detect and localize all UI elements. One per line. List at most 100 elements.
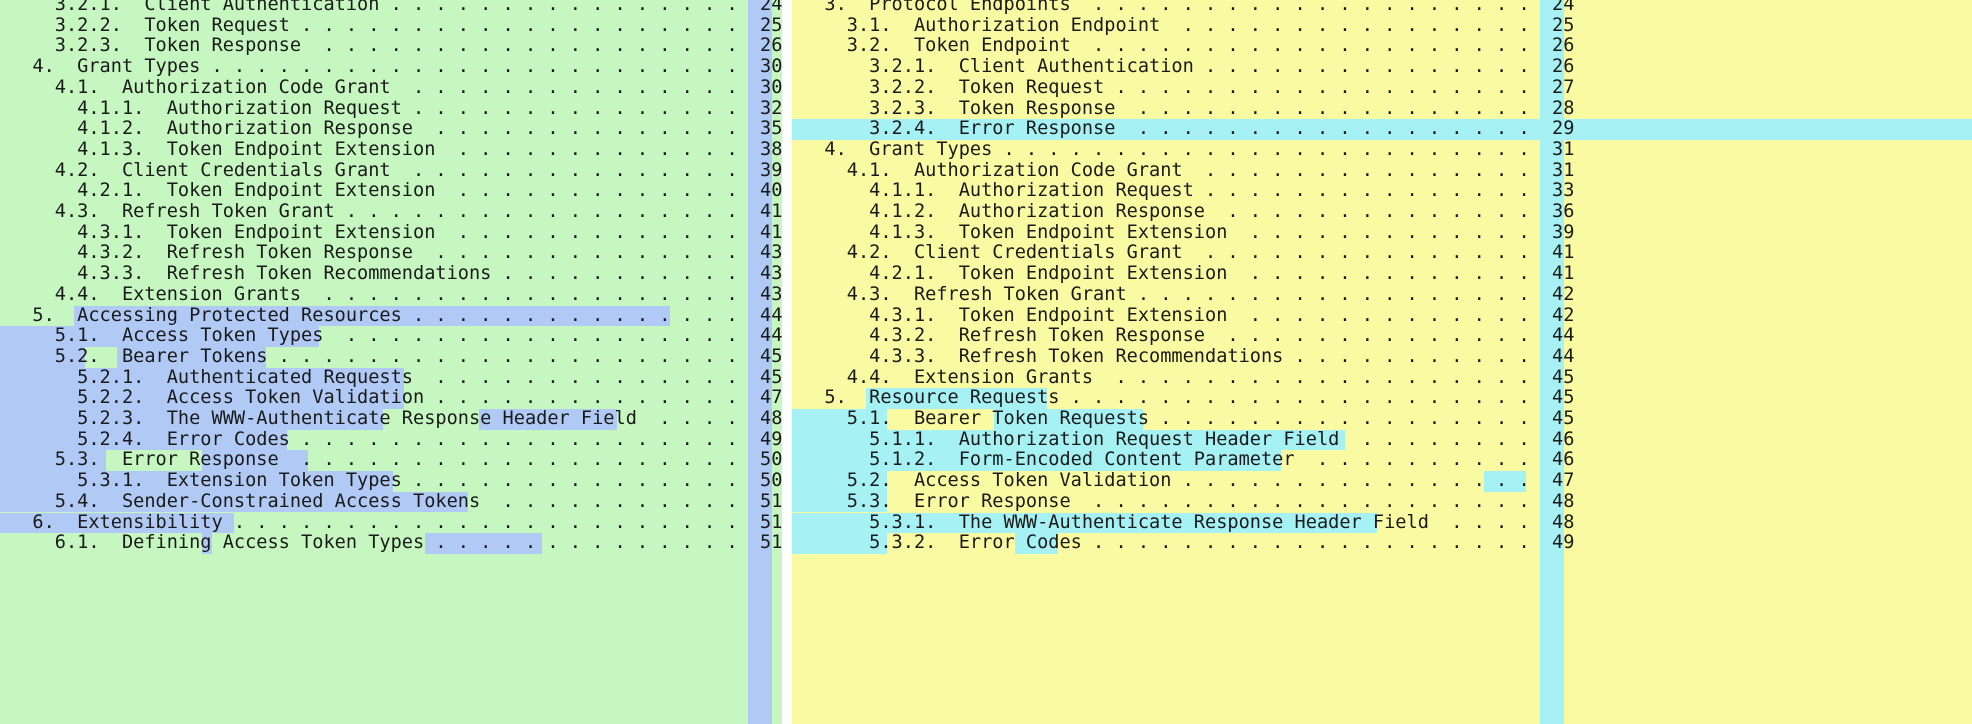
- toc-line-text: 5.1.1. Authorization Request Header Fiel…: [802, 428, 1575, 450]
- toc-line: 4.2. Client Credentials Grant . . . . . …: [0, 159, 782, 182]
- toc-line: 5.2. Bearer Tokens . . . . . . . . . . .…: [0, 345, 782, 368]
- toc-line-text: 4.2. Client Credentials Grant . . . . . …: [10, 159, 782, 181]
- toc-line-text: 5.2.1. Authenticated Requests . . . . . …: [10, 366, 782, 388]
- toc-line: 5.3.1. Extension Token Types . . . . . .…: [0, 470, 782, 492]
- toc-line-text: 3.2.3. Token Response . . . . . . . . . …: [802, 97, 1575, 119]
- toc-line-text: 5.3.2. Error Codes . . . . . . . . . . .…: [802, 532, 1575, 554]
- toc-line: 5.2.1. Authenticated Requests . . . . . …: [0, 366, 782, 389]
- toc-line-text: 6.1. Defining Access Token Types . . . .…: [10, 532, 782, 554]
- toc-line-text: 5.2.2. Access Token Validation . . . . .…: [10, 387, 782, 409]
- toc-line-text: 4.2. Client Credentials Grant . . . . . …: [802, 242, 1575, 264]
- toc-line: 5.2.2. Access Token Validation . . . . .…: [0, 388, 782, 409]
- toc-line: 4. Grant Types . . . . . . . . . . . . .…: [792, 138, 1972, 161]
- toc-line-text: 4.2.1. Token Endpoint Extension . . . . …: [10, 180, 782, 202]
- toc-line-text: 4.1. Authorization Code Grant . . . . . …: [802, 159, 1575, 181]
- toc-line-text: 4.1.1. Authorization Request . . . . . .…: [10, 97, 782, 119]
- left-diff-pane: 3.2.1. Client Authentication . . . . . .…: [0, 0, 782, 724]
- toc-line: 4.1.3. Token Endpoint Extension . . . . …: [792, 221, 1972, 244]
- toc-line: 4.3.3. Refresh Token Recommendations . .…: [0, 263, 782, 285]
- toc-line: 5. Accessing Protected Resources . . . .…: [0, 304, 782, 327]
- toc-line-text: 4.1.2. Authorization Response . . . . . …: [10, 118, 782, 140]
- toc-line-text: 3.2.2. Token Request . . . . . . . . . .…: [10, 14, 782, 36]
- toc-line: 3.2.3. Token Response . . . . . . . . . …: [792, 97, 1972, 120]
- toc-line-text: 6. Extensibility . . . . . . . . . . . .…: [10, 511, 782, 533]
- toc-line: 3.2.1. Client Authentication . . . . . .…: [792, 56, 1972, 78]
- toc-line: 4.3.1. Token Endpoint Extension . . . . …: [0, 221, 782, 244]
- toc-line: 6. Extensibility . . . . . . . . . . . .…: [0, 511, 782, 534]
- toc-line: 4.4. Extension Grants . . . . . . . . . …: [0, 283, 782, 306]
- toc-line-text: 3.2.1. Client Authentication . . . . . .…: [802, 56, 1575, 78]
- toc-line: 5.2.4. Error Codes . . . . . . . . . . .…: [0, 428, 782, 451]
- right-diff-pane: 3. Protocol Endpoints . . . . . . . . . …: [792, 0, 1972, 724]
- toc-line: 4.1.2. Authorization Response . . . . . …: [792, 201, 1972, 223]
- toc-line-text: 4. Grant Types . . . . . . . . . . . . .…: [802, 138, 1575, 160]
- toc-line-text: 5.3. Error Response . . . . . . . . . . …: [10, 449, 782, 471]
- toc-line-text: 5.1. Bearer Token Requests . . . . . . .…: [802, 408, 1575, 429]
- toc-line: 4.3. Refresh Token Grant . . . . . . . .…: [792, 284, 1972, 306]
- toc-line: 5.1. Bearer Token Requests . . . . . . .…: [792, 408, 1972, 430]
- toc-line-text: 3.2.2. Token Request . . . . . . . . . .…: [802, 76, 1575, 98]
- toc-line-text: 4.1.3. Token Endpoint Extension . . . . …: [802, 221, 1575, 243]
- toc-line: 4.3.1. Token Endpoint Extension . . . . …: [792, 304, 1972, 327]
- toc-line-text: 3.2.4. Error Response . . . . . . . . . …: [802, 118, 1575, 140]
- toc-line: 5.3.2. Error Codes . . . . . . . . . . .…: [792, 532, 1972, 554]
- toc-line: 4.1.1. Authorization Request . . . . . .…: [792, 181, 1972, 202]
- toc-line-text: 4.3.3. Refresh Token Recommendations . .…: [802, 345, 1575, 367]
- toc-line: 5.1.1. Authorization Request Header Fiel…: [792, 428, 1972, 451]
- toc-line: 3.2.3. Token Response . . . . . . . . . …: [0, 36, 782, 57]
- toc-line-text: 4.3.1. Token Endpoint Extension . . . . …: [10, 221, 782, 243]
- toc-line: 3. Protocol Endpoints . . . . . . . . . …: [792, 0, 1972, 16]
- toc-line: 5.3.1. The WWW-Authenticate Response Hea…: [792, 511, 1972, 534]
- toc-line-text: 4.1.2. Authorization Response . . . . . …: [802, 201, 1575, 222]
- toc-line-text: 4. Grant Types . . . . . . . . . . . . .…: [10, 56, 782, 78]
- toc-line-text: 4.3.3. Refresh Token Recommendations . .…: [10, 263, 782, 285]
- toc-line-text: 5.4. Sender-Constrained Access Tokens . …: [10, 490, 782, 512]
- toc-line-text: 5. Resource Requests . . . . . . . . . .…: [802, 387, 1575, 409]
- toc-line-text: 4.4. Extension Grants . . . . . . . . . …: [802, 366, 1575, 388]
- toc-line-text: 4.1.3. Token Endpoint Extension . . . . …: [10, 138, 782, 160]
- toc-line: 5.3. Error Response . . . . . . . . . . …: [792, 490, 1972, 513]
- toc-line-text: 3.2.3. Token Response . . . . . . . . . …: [10, 35, 782, 57]
- toc-line: 3.2. Token Endpoint . . . . . . . . . . …: [792, 36, 1972, 57]
- toc-line-text: 5.2. Bearer Tokens . . . . . . . . . . .…: [10, 345, 782, 367]
- toc-line: 4.1.3. Token Endpoint Extension . . . . …: [0, 138, 782, 161]
- toc-line: 5. Resource Requests . . . . . . . . . .…: [792, 388, 1972, 409]
- toc-line: 4.2.1. Token Endpoint Extension . . . . …: [0, 181, 782, 202]
- toc-line-text: 4.3.1. Token Endpoint Extension . . . . …: [802, 304, 1575, 326]
- toc-line-text: 5.1.2. Form-Encoded Content Parameter . …: [802, 449, 1575, 471]
- toc-line-text: 5.2. Access Token Validation . . . . . .…: [802, 470, 1575, 492]
- toc-line-text: 4.1. Authorization Code Grant . . . . . …: [10, 76, 782, 98]
- toc-line: 4.2. Client Credentials Grant . . . . . …: [792, 243, 1972, 264]
- toc-line-text: 4.3.2. Refresh Token Response . . . . . …: [10, 242, 782, 264]
- toc-line: 3.2.2. Token Request . . . . . . . . . .…: [0, 14, 782, 37]
- toc-line-text: 5.2.4. Error Codes . . . . . . . . . . .…: [10, 428, 782, 450]
- toc-line: 5.4. Sender-Constrained Access Tokens . …: [0, 490, 782, 513]
- pane-divider: [782, 0, 792, 724]
- toc-line-text: 4.2.1. Token Endpoint Extension . . . . …: [802, 263, 1575, 285]
- toc-line-text: 3. Protocol Endpoints . . . . . . . . . …: [802, 0, 1575, 15]
- toc-line: 3.2.4. Error Response . . . . . . . . . …: [792, 118, 1972, 140]
- toc-line-text: 4.3. Refresh Token Grant . . . . . . . .…: [10, 201, 782, 222]
- toc-line: 4.3.2. Refresh Token Response . . . . . …: [0, 243, 782, 264]
- toc-line: 4.3. Refresh Token Grant . . . . . . . .…: [0, 201, 782, 223]
- toc-line-text: 3.2.1. Client Authentication . . . . . .…: [10, 0, 782, 15]
- toc-line-text: 5. Accessing Protected Resources . . . .…: [10, 304, 782, 326]
- toc-line: 5.2.3. The WWW-Authenticate Response Hea…: [0, 408, 782, 430]
- toc-line: 5.1. Access Token Types . . . . . . . . …: [0, 325, 782, 347]
- toc-line-text: 5.1. Access Token Types . . . . . . . . …: [10, 325, 782, 347]
- toc-line: 4.1. Authorization Code Grant . . . . . …: [0, 76, 782, 99]
- toc-line: 5.2. Access Token Validation . . . . . .…: [792, 470, 1972, 492]
- toc-line: 4.3.3. Refresh Token Recommendations . .…: [792, 345, 1972, 368]
- toc-line-text: 4.1.1. Authorization Request . . . . . .…: [802, 180, 1575, 202]
- toc-line: 5.1.2. Form-Encoded Content Parameter . …: [792, 449, 1972, 472]
- toc-line-text: 5.3. Error Response . . . . . . . . . . …: [802, 490, 1575, 512]
- toc-line-text: 3.2. Token Endpoint . . . . . . . . . . …: [802, 35, 1575, 57]
- toc-line: 4. Grant Types . . . . . . . . . . . . .…: [0, 56, 782, 78]
- toc-line-text: 5.3.1. Extension Token Types . . . . . .…: [10, 470, 782, 492]
- toc-line-text: 3.1. Authorization Endpoint . . . . . . …: [802, 14, 1575, 36]
- toc-line-text: 5.2.3. The WWW-Authenticate Response Hea…: [10, 408, 782, 429]
- toc-line: 3.2.1. Client Authentication . . . . . .…: [0, 0, 782, 16]
- toc-line-text: 5.3.1. The WWW-Authenticate Response Hea…: [802, 511, 1575, 533]
- toc-line-text: 4.4. Extension Grants . . . . . . . . . …: [10, 283, 782, 305]
- toc-line: 4.4. Extension Grants . . . . . . . . . …: [792, 366, 1972, 389]
